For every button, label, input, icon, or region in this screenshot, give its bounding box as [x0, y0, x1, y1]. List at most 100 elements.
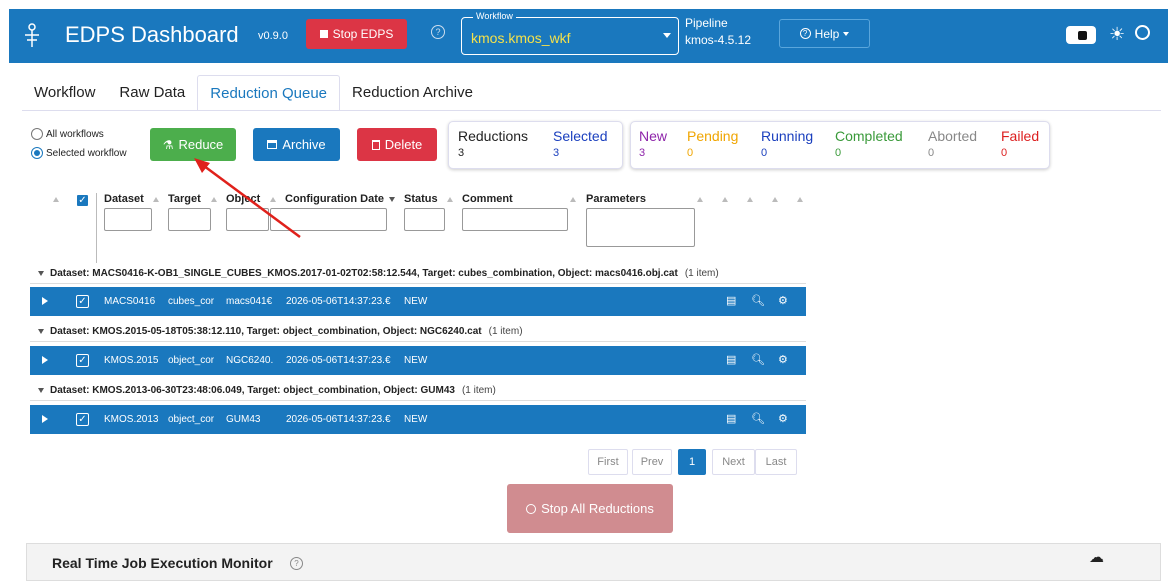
chevron-down-icon[interactable]	[663, 33, 671, 38]
cell-dataset: KMOS.2015	[104, 355, 159, 366]
radio-selected-workflow[interactable]: Selected workflow	[31, 147, 127, 159]
radio-all-workflows[interactable]: All workflows	[31, 128, 104, 140]
selected-stat: Selected 3	[553, 128, 607, 159]
group-header[interactable]: Dataset: MACS0416-K-OB1_SINGLE_CUBES_KMO…	[30, 263, 806, 284]
sort-down-icon[interactable]	[389, 197, 395, 202]
app-version: v0.9.0	[258, 30, 288, 42]
sort-up-icon[interactable]	[447, 197, 453, 202]
workflow-select-label: Workflow	[473, 11, 516, 21]
expand-row-icon[interactable]	[42, 297, 48, 305]
pager-first[interactable]: First	[588, 449, 628, 475]
tab-reduction-queue[interactable]: Reduction Queue	[197, 75, 341, 111]
collapse-icon[interactable]	[38, 270, 44, 276]
row-checkbox[interactable]: ✓	[76, 295, 89, 308]
pager-last[interactable]: Last	[755, 449, 797, 475]
column-dataset[interactable]: Dataset	[104, 193, 144, 205]
gear-icon[interactable]: ⚙	[778, 353, 788, 366]
cell-config-date: 2026-05-06T14:37:23.€	[286, 355, 391, 366]
radio-all-workflows-label: All workflows	[46, 128, 104, 140]
delete-button[interactable]: Delete	[357, 128, 437, 161]
sort-up-icon[interactable]	[747, 197, 753, 202]
pager-prev[interactable]: Prev	[632, 449, 672, 475]
document-icon[interactable]: ▤	[726, 412, 736, 425]
search-icon[interactable]: 🔍︎	[751, 353, 765, 366]
parameters-filter-input[interactable]	[586, 208, 695, 247]
aborted-stat: Aborted 0	[928, 128, 977, 159]
radio-circle[interactable]	[31, 128, 43, 140]
trash-icon	[371, 139, 380, 150]
gear-icon[interactable]: ⚙	[778, 412, 788, 425]
tab-workflow[interactable]: Workflow	[22, 75, 107, 111]
stop-edps-button[interactable]: Stop EDPS	[306, 19, 407, 49]
completed-count: 0	[835, 147, 842, 159]
expand-row-icon[interactable]	[42, 415, 48, 423]
pager-page-1[interactable]: 1	[678, 449, 706, 475]
document-icon[interactable]: ▤	[726, 294, 736, 307]
table-row[interactable]: ✓ KMOS.2013 object_cor GUM43 2026-05-06T…	[30, 405, 806, 434]
workflow-select-value[interactable]: kmos.kmos_wkf	[471, 30, 571, 46]
cell-dataset: MACS0416	[104, 296, 156, 307]
column-status[interactable]: Status	[404, 193, 438, 205]
monitor-help-icon[interactable]: ?	[290, 557, 303, 570]
radio-circle-selected[interactable]	[31, 147, 43, 159]
new-count: 3	[639, 147, 646, 159]
reductions-label: Reductions	[458, 128, 529, 144]
sun-icon[interactable]: ☀	[1109, 24, 1125, 45]
group-item-count: (1 item)	[461, 384, 496, 396]
help-menu-button[interactable]: ? Help	[779, 19, 870, 48]
collapse-icon[interactable]	[38, 387, 44, 393]
sort-up-icon[interactable]	[697, 197, 703, 202]
tab-reduction-archive[interactable]: Reduction Archive	[340, 75, 485, 111]
table-row[interactable]: ✓ KMOS.2015 object_cor NGC6240. 2026-05-…	[30, 346, 806, 375]
cloud-icon[interactable]: ☁︎	[1089, 548, 1104, 566]
moon-icon[interactable]	[1135, 25, 1150, 40]
selected-label: Selected	[553, 128, 608, 144]
tab-divider	[22, 110, 1161, 111]
collapse-icon[interactable]	[38, 328, 44, 334]
search-icon[interactable]: 🔍︎	[751, 294, 765, 307]
aborted-label: Aborted	[928, 128, 978, 144]
column-comment[interactable]: Comment	[462, 193, 513, 205]
reductions-summary-card: Reductions 3 Selected 3	[448, 121, 623, 169]
document-icon[interactable]: ▤	[726, 353, 736, 366]
select-all-checkbox[interactable]: ✓	[76, 194, 89, 207]
caret-down-icon	[843, 31, 850, 36]
stop-all-reductions-button[interactable]: Stop All Reductions	[507, 484, 673, 533]
sort-up-icon[interactable]	[53, 197, 59, 202]
column-parameters[interactable]: Parameters	[586, 193, 646, 205]
pager-next[interactable]: Next	[712, 449, 755, 475]
stop-icon	[319, 30, 328, 38]
status-filter-input[interactable]	[404, 208, 445, 231]
help-circle-icon[interactable]: ?	[431, 25, 445, 39]
group-header[interactable]: Dataset: KMOS.2013-06-30T23:48:06.049, T…	[30, 380, 806, 401]
row-checkbox[interactable]: ✓	[76, 413, 89, 426]
stop-all-label: Stop All Reductions	[541, 501, 654, 516]
failed-label: Failed	[1001, 128, 1040, 144]
gear-icon[interactable]: ⚙	[778, 294, 788, 307]
comment-filter-input[interactable]	[462, 208, 568, 231]
cell-status: NEW	[404, 414, 428, 425]
search-icon[interactable]: 🔍︎	[751, 412, 765, 425]
group-header-text: Dataset: KMOS.2015-05-18T05:38:12.110, T…	[50, 325, 482, 337]
pipeline-value: kmos-4.5.12	[685, 33, 752, 47]
sort-up-icon[interactable]	[772, 197, 778, 202]
sort-up-icon[interactable]	[570, 197, 576, 202]
expand-row-icon[interactable]	[42, 356, 48, 364]
group-header[interactable]: Dataset: KMOS.2015-05-18T05:38:12.110, T…	[30, 321, 806, 342]
table-row[interactable]: ✓ MACS0416 cubes_cor macs041€ 2026-05-06…	[30, 287, 806, 316]
dataset-filter-input[interactable]	[104, 208, 152, 231]
completed-label: Completed	[835, 128, 903, 144]
group-header-text: Dataset: MACS0416-K-OB1_SINGLE_CUBES_KMO…	[50, 267, 678, 279]
group-header-text: Dataset: KMOS.2013-06-30T23:48:06.049, T…	[50, 384, 455, 396]
cell-dataset: KMOS.2013	[104, 414, 159, 425]
sort-up-icon[interactable]	[797, 197, 803, 202]
archive-label: Archive	[282, 137, 326, 152]
delete-label: Delete	[384, 137, 423, 152]
sort-up-icon[interactable]	[722, 197, 728, 202]
theme-toggle[interactable]	[1066, 26, 1096, 44]
sort-up-icon[interactable]	[153, 197, 159, 202]
top-navbar: EDPS Dashboard v0.9.0 Stop EDPS ? Workfl…	[9, 9, 1168, 63]
stop-edps-label: Stop EDPS	[332, 27, 394, 41]
row-checkbox[interactable]: ✓	[76, 354, 89, 367]
tab-raw-data[interactable]: Raw Data	[107, 75, 197, 111]
